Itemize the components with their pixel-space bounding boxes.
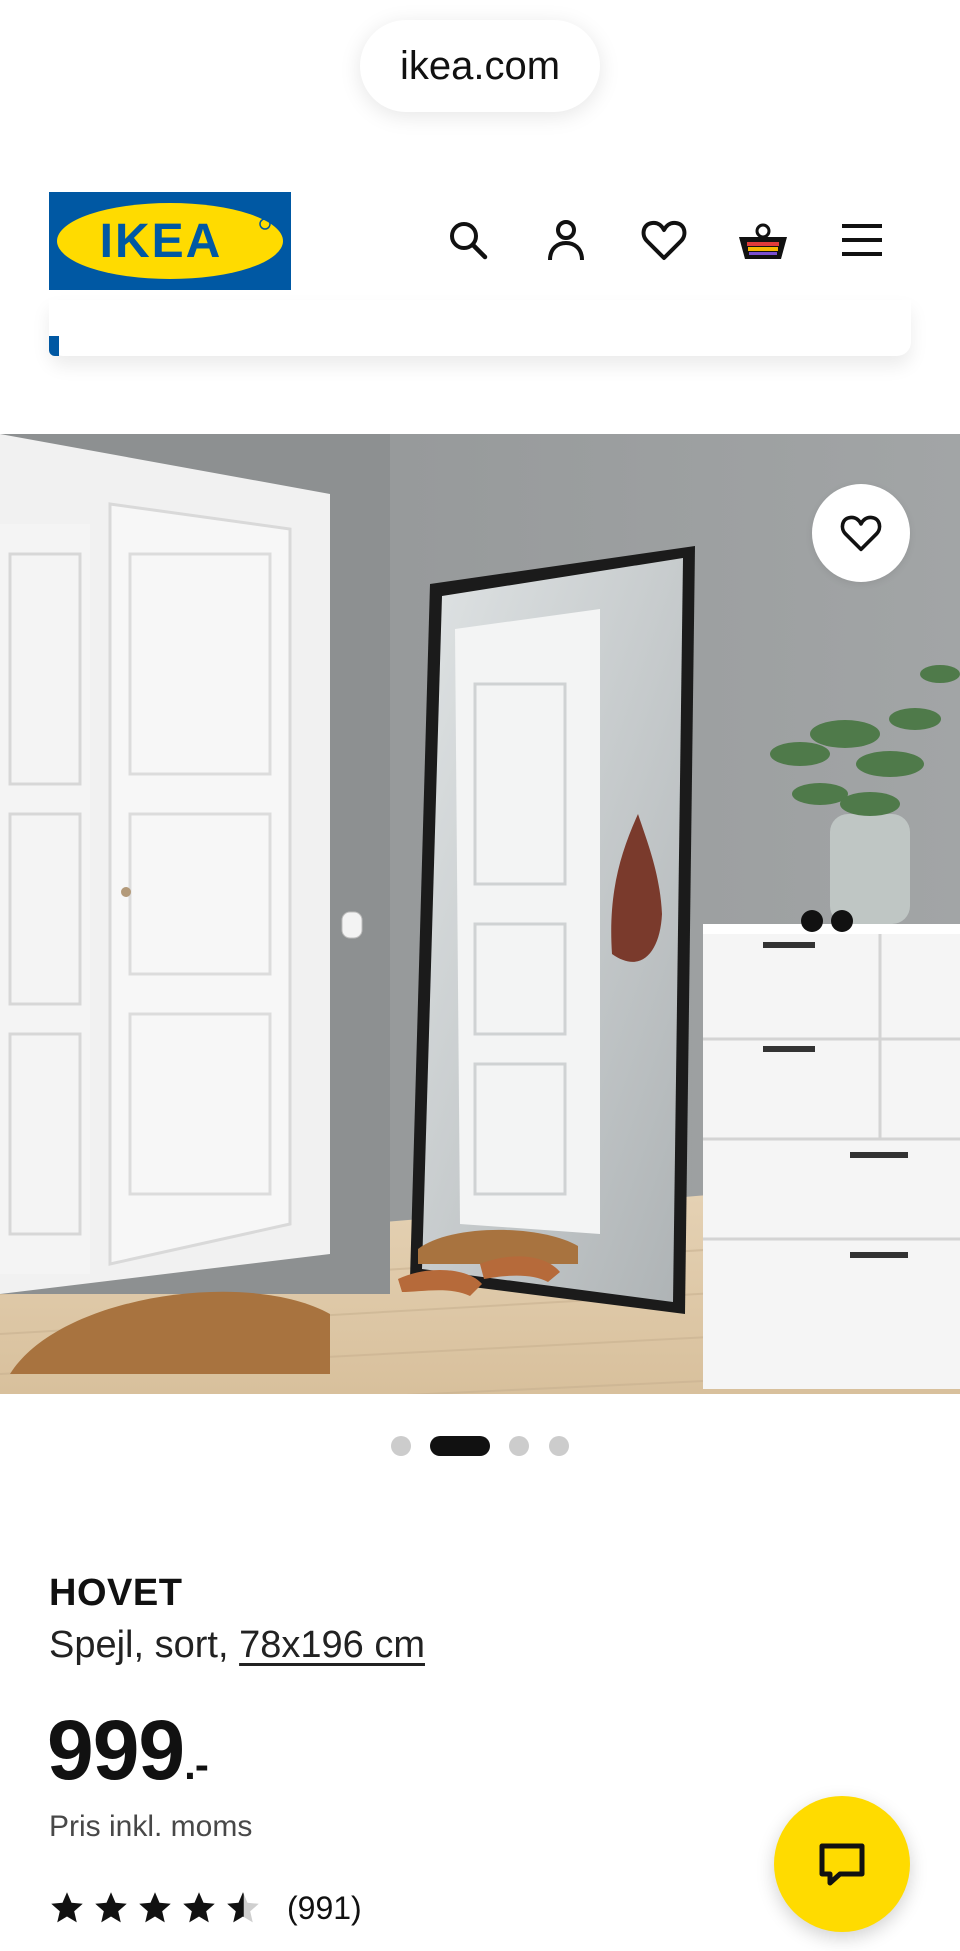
search-button[interactable]	[438, 210, 498, 270]
carousel-dot[interactable]	[391, 1436, 411, 1456]
heart-icon	[840, 515, 882, 552]
half-star-icon	[227, 1892, 259, 1923]
price-suffix: .-	[184, 1741, 209, 1788]
product-description-text: Spejl, sort,	[49, 1624, 229, 1666]
url-text: ikea.com	[399, 43, 561, 88]
carousel-dot[interactable]	[549, 1436, 569, 1456]
ikea-logo[interactable]: IKEA	[49, 192, 291, 290]
product-price: 999.-	[47, 1702, 209, 1799]
product-rating[interactable]: (991)	[49, 1886, 362, 1930]
menu-icon	[842, 224, 882, 256]
add-to-favorites-button[interactable]	[812, 484, 910, 582]
url-bar[interactable]: ikea.com	[360, 20, 600, 112]
account-button[interactable]	[536, 210, 596, 270]
search-icon	[450, 222, 488, 260]
product-image[interactable]	[0, 434, 960, 1394]
scrolled-banner-card	[49, 300, 911, 356]
star-icon	[95, 1892, 127, 1923]
favorites-button[interactable]	[634, 210, 694, 270]
product-description: Spejl, sort, 78x196 cm	[49, 1624, 425, 1667]
price-main: 999	[47, 1703, 185, 1797]
menu-button[interactable]	[832, 210, 892, 270]
review-count: (991)	[287, 1889, 362, 1926]
cart-button[interactable]	[733, 210, 793, 270]
product-size-link[interactable]: 78x196 cm	[239, 1624, 425, 1666]
logo-text: IKEA	[100, 215, 223, 268]
favorites-icon	[641, 220, 687, 260]
chat-button[interactable]	[774, 1796, 910, 1932]
carousel-dot-active[interactable]	[430, 1436, 490, 1456]
product-name: HOVET	[49, 1572, 183, 1614]
carousel-dot[interactable]	[509, 1436, 529, 1456]
star-icon	[139, 1892, 171, 1923]
star-icon	[183, 1892, 215, 1923]
price-note: Pris inkl. moms	[49, 1810, 253, 1843]
banner-accent	[49, 336, 59, 356]
star-icon	[51, 1892, 83, 1923]
account-icon	[548, 220, 584, 261]
chat-icon	[819, 1843, 865, 1886]
image-carousel-indicator	[0, 1434, 960, 1456]
cart-icon	[739, 223, 787, 259]
